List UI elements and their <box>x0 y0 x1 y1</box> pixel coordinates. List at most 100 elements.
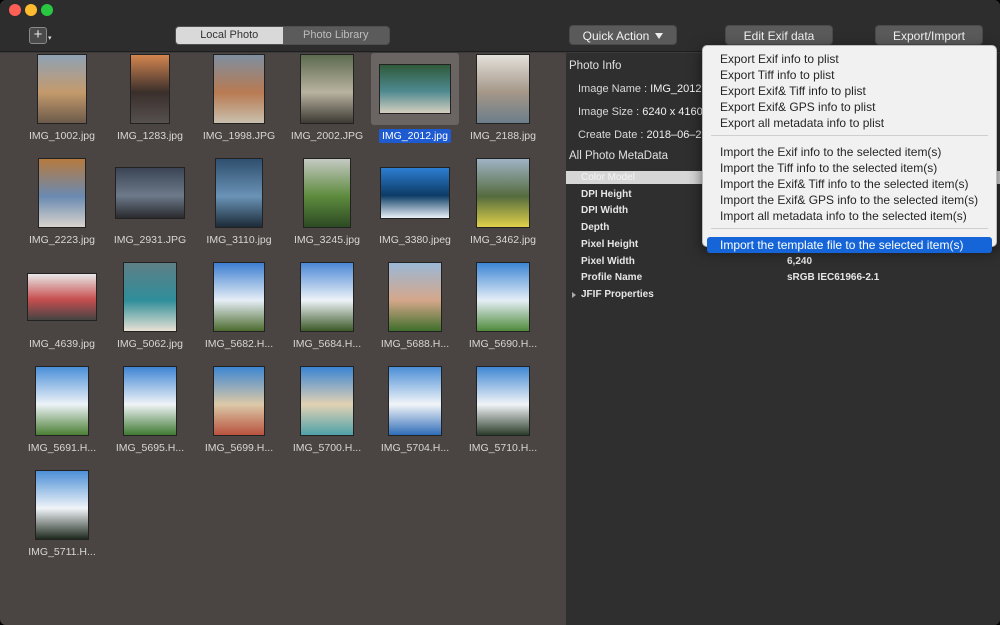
photo-thumbnail[interactable]: IMG_5684.H... <box>283 261 371 357</box>
menu-item[interactable]: Import all metadata info to the selected… <box>703 208 996 224</box>
photo-thumbnail[interactable]: IMG_2002.JPG <box>283 53 371 149</box>
photo-thumbnail[interactable]: IMG_5682.H... <box>195 261 283 357</box>
photo-thumbnail[interactable]: IMG_2931.JPG <box>106 157 194 253</box>
photo-filename-text: IMG_5710.H... <box>468 442 538 454</box>
menu-item[interactable]: Import the template file to the selected… <box>707 237 992 253</box>
photo-thumbnail[interactable]: IMG_3110.jpg <box>195 157 283 253</box>
photo-image <box>35 470 89 540</box>
thumbnail-frame <box>283 365 371 437</box>
metadata-key[interactable]: DPI Width <box>581 205 628 216</box>
metadata-key[interactable]: Color Model <box>581 172 635 183</box>
photo-thumbnail[interactable]: IMG_4639.jpg <box>18 261 106 357</box>
menu-item[interactable]: Export Exif& GPS info to plist <box>703 99 996 115</box>
metadata-key[interactable]: Depth <box>581 222 609 233</box>
photo-filename: IMG_5690.H... <box>449 338 557 350</box>
photo-thumbnail[interactable]: IMG_5695.H... <box>106 365 194 461</box>
metadata-title: All Photo MetaData <box>569 150 669 162</box>
menu-item[interactable]: Export Exif info to plist <box>703 51 996 67</box>
photo-filename-text: IMG_5062.jpg <box>117 338 183 350</box>
thumbnail-frame <box>283 53 371 125</box>
metadata-key[interactable]: Pixel Height <box>581 239 638 250</box>
menu-item[interactable]: Import the Exif info to the selected ite… <box>703 144 996 160</box>
thumbnail-frame <box>106 365 194 437</box>
photo-image <box>213 54 265 124</box>
metadata-key[interactable]: Pixel Width <box>581 256 635 267</box>
photo-image <box>476 158 530 228</box>
menu-separator <box>711 228 988 229</box>
photo-filename-text: IMG_3462.jpg <box>470 234 536 246</box>
caret-down-icon <box>655 33 664 39</box>
photo-thumbnail[interactable]: IMG_1998.JPG <box>195 53 283 149</box>
photo-filename-text: IMG_2223.jpg <box>29 234 95 246</box>
close-window-button[interactable] <box>9 4 21 16</box>
photo-thumbnail[interactable]: IMG_5711.H... <box>18 469 106 565</box>
photo-filename-text: IMG_4639.jpg <box>29 338 95 350</box>
app-window: + ▾ Local Photo Photo Library Quick Acti… <box>0 0 1000 625</box>
photo-image <box>300 366 354 436</box>
thumbnail-frame <box>18 469 106 541</box>
photo-filename: IMG_5711.H... <box>8 546 116 558</box>
photo-thumbnail[interactable]: IMG_3462.jpg <box>459 157 547 253</box>
photo-filename-text: IMG_5695.H... <box>115 442 185 454</box>
image-size-label: Image Size : <box>578 106 640 118</box>
photo-image <box>476 54 530 124</box>
photo-thumbnail[interactable]: IMG_2223.jpg <box>18 157 106 253</box>
photo-thumbnail[interactable]: IMG_5700.H... <box>283 365 371 461</box>
photo-image <box>380 167 450 219</box>
photo-thumbnail[interactable]: IMG_1283.jpg <box>106 53 194 149</box>
quick-action-label: Quick Action <box>582 29 650 43</box>
tab-local-photo[interactable]: Local Photo <box>176 27 283 44</box>
menu-item[interactable]: Export Exif& Tiff info to plist <box>703 83 996 99</box>
image-size-value: 6240 x 4160 <box>642 106 703 118</box>
quick-action-button[interactable]: Quick Action <box>569 25 677 45</box>
photo-thumbnail[interactable]: IMG_5699.H... <box>195 365 283 461</box>
metadata-key[interactable]: JFIF Properties <box>581 289 654 300</box>
thumbnail-frame <box>18 157 106 229</box>
export-import-button[interactable]: Export/Import <box>875 25 983 45</box>
photo-thumbnail[interactable]: IMG_5688.H... <box>371 261 459 357</box>
zoom-window-button[interactable] <box>41 4 53 16</box>
add-photo-button[interactable]: + <box>29 27 47 44</box>
photo-thumbnail[interactable]: IMG_5691.H... <box>18 365 106 461</box>
menu-item[interactable]: Export Tiff info to plist <box>703 67 996 83</box>
menu-item[interactable]: Export all metadata info to plist <box>703 115 996 131</box>
photo-filename-text: IMG_5688.H... <box>380 338 450 350</box>
photo-image <box>115 167 185 219</box>
photo-filename-text: IMG_3245.jpg <box>294 234 360 246</box>
image-size-row: Image Size : 6240 x 4160 <box>578 106 703 118</box>
photo-info-title: Photo Info <box>569 60 622 72</box>
photo-image <box>123 262 177 332</box>
disclosure-triangle-icon[interactable] <box>572 292 576 298</box>
edit-exif-button[interactable]: Edit Exif data <box>725 25 833 45</box>
photo-grid: IMG_1002.jpg IMG_1283.jpg IMG_1998.JPG IMG_… <box>0 53 566 625</box>
photo-thumbnail[interactable]: IMG_5710.H... <box>459 365 547 461</box>
photo-image <box>476 262 530 332</box>
metadata-key[interactable]: DPI Height <box>581 189 632 200</box>
photo-thumbnail[interactable]: IMG_2012.jpg <box>371 53 459 149</box>
add-menu-caret-icon[interactable]: ▾ <box>48 34 52 42</box>
photo-filename-text: IMG_5700.H... <box>292 442 362 454</box>
metadata-key[interactable]: Profile Name <box>581 272 642 283</box>
menu-item[interactable]: Import the Exif& GPS info to the selecte… <box>703 192 996 208</box>
menu-item[interactable]: Import the Exif& Tiff info to the select… <box>703 176 996 192</box>
photo-thumbnail[interactable]: IMG_5062.jpg <box>106 261 194 357</box>
photo-thumbnail[interactable]: IMG_5704.H... <box>371 365 459 461</box>
photo-thumbnail[interactable]: IMG_3245.jpg <box>283 157 371 253</box>
photo-image <box>476 366 530 436</box>
photo-image <box>379 64 451 114</box>
photo-filename-text: IMG_5684.H... <box>292 338 362 350</box>
tab-photo-library[interactable]: Photo Library <box>283 27 390 44</box>
thumbnail-frame <box>371 365 459 437</box>
photo-thumbnail[interactable]: IMG_5690.H... <box>459 261 547 357</box>
thumbnail-frame <box>195 261 283 333</box>
photo-image <box>388 262 442 332</box>
photo-filename-text: IMG_1998.JPG <box>202 130 276 142</box>
menu-item[interactable]: Import the Tiff info to the selected ite… <box>703 160 996 176</box>
minimize-window-button[interactable] <box>25 4 37 16</box>
photo-thumbnail[interactable]: IMG_3380.jpeg <box>371 157 459 253</box>
photo-filename-text: IMG_5699.H... <box>204 442 274 454</box>
photo-thumbnail[interactable]: IMG_1002.jpg <box>18 53 106 149</box>
thumbnail-frame <box>195 157 283 229</box>
photo-thumbnail[interactable]: IMG_2188.jpg <box>459 53 547 149</box>
photo-filename-text: IMG_5690.H... <box>468 338 538 350</box>
